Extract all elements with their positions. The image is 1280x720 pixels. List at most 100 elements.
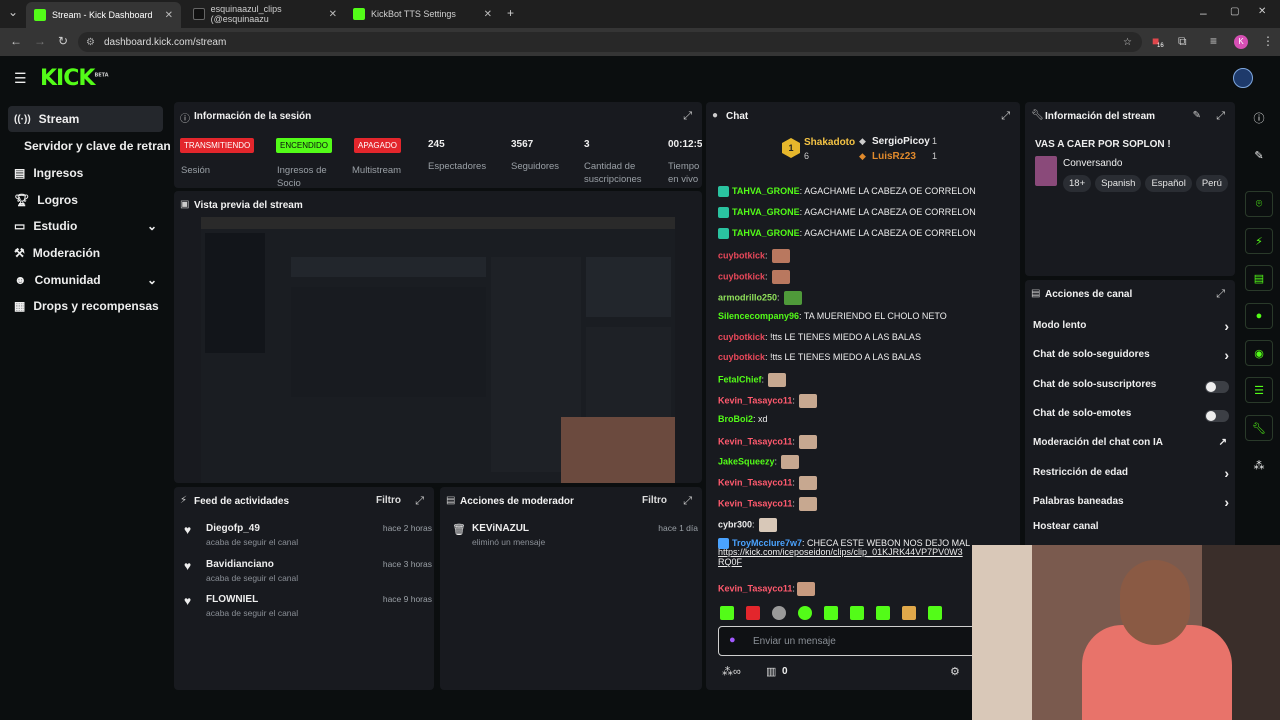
chat-bubble-icon[interactable]: ● xyxy=(1245,303,1273,329)
profile-avatar[interactable]: K xyxy=(1234,35,1248,49)
action-subscribers-only[interactable]: Chat de solo-suscriptores xyxy=(1033,379,1229,397)
emote-icon[interactable] xyxy=(824,606,838,620)
emote-icon[interactable] xyxy=(928,606,942,620)
points-icon[interactable]: ⁂∞ xyxy=(722,665,741,678)
emote-icon[interactable] xyxy=(902,606,916,620)
chat-username[interactable]: FetalChief xyxy=(718,374,762,384)
emote-icon[interactable] xyxy=(720,606,734,620)
sidebar-item-estudio[interactable]: ▭ Estudio ⌄ xyxy=(8,213,163,239)
reload-icon[interactable]: ↻ xyxy=(58,34,68,48)
action-host-channel[interactable]: Hostear canal xyxy=(1033,521,1229,539)
sidebar-item-logros[interactable]: 🏆︎ Logros xyxy=(8,187,163,213)
chat-username[interactable]: cuybotkick xyxy=(718,250,765,260)
subscribers-only-toggle[interactable] xyxy=(1205,381,1229,393)
chat-link-tail[interactable]: RQ0F xyxy=(718,557,742,567)
browser-tab-kick-dashboard[interactable]: Stream - Kick Dashboard ✕ xyxy=(26,2,181,28)
close-tab-icon[interactable]: ✕ xyxy=(329,9,337,20)
new-tab-icon[interactable]: + xyxy=(507,6,514,20)
chat-username[interactable]: Kevin_Tasayco11 xyxy=(718,477,792,487)
close-tab-icon[interactable]: ✕ xyxy=(484,9,492,20)
chat-settings-gear-icon[interactable]: ⚙ xyxy=(950,665,960,678)
bookmark-star-icon[interactable]: ☆ xyxy=(1123,37,1132,48)
chat-username[interactable]: armodrillo250 xyxy=(718,292,777,302)
browser-tab-kickbot[interactable]: KickBot TTS Settings ✕ xyxy=(345,4,500,24)
emote-icon[interactable] xyxy=(772,606,786,620)
sidebar-item-server-key[interactable]: Servidor y clave de retransm xyxy=(18,133,170,159)
chat-username[interactable]: cuybotkick xyxy=(718,332,765,342)
popout-icon[interactable]: ⤢ xyxy=(683,495,692,508)
stream-preview-video[interactable] xyxy=(201,217,675,483)
action-banned-words[interactable]: Palabras baneadas › xyxy=(1033,494,1229,514)
media-icon[interactable]: ≡ xyxy=(1210,34,1217,48)
back-icon[interactable]: ← xyxy=(10,34,22,48)
sidebar-item-moderacion[interactable]: ⚒ Moderación xyxy=(8,240,163,266)
chat-username[interactable]: JakeSqueezy xyxy=(718,456,775,466)
action-slow-mode[interactable]: Modo lento › xyxy=(1033,318,1229,338)
chat-username[interactable]: Silencecompany96 xyxy=(718,311,799,321)
sidebar-item-comunidad[interactable]: ☻ Comunidad ⌄ xyxy=(8,267,163,293)
action-ai-moderation[interactable]: Moderación del chat con IA ↗ xyxy=(1033,437,1229,455)
points-icon[interactable]: ⁂ xyxy=(1245,452,1273,478)
menu-dots-icon[interactable]: ⋮ xyxy=(1262,34,1274,48)
sidebar-item-stream[interactable]: ((·)) Stream xyxy=(8,106,163,132)
clip-icon[interactable]: ⌾ xyxy=(1245,191,1273,217)
bolt-icon[interactable]: ⚡︎ xyxy=(1245,228,1273,254)
chat-username[interactable]: cybr300 xyxy=(718,519,752,529)
wrench-icon[interactable]: 🔧︎ xyxy=(1245,415,1273,441)
emotes-only-toggle[interactable] xyxy=(1205,410,1229,422)
edit-pencil-icon[interactable]: ✎ xyxy=(1193,110,1201,121)
chat-username[interactable]: cuybotkick xyxy=(718,271,765,281)
document-icon[interactable]: ▤ xyxy=(1245,265,1273,291)
chat-username[interactable]: TAHVA_GRONE xyxy=(732,186,800,196)
list-icon[interactable]: ☰ xyxy=(1245,377,1273,403)
popout-icon[interactable]: ⤢ xyxy=(1001,110,1010,123)
popout-icon[interactable]: ⤢ xyxy=(1216,288,1225,301)
chat-input[interactable]: ● Enviar un mensaje xyxy=(718,626,1008,656)
popout-icon[interactable]: ⤢ xyxy=(683,110,692,123)
sidebar-item-drops[interactable]: ▦ Drops y recompensas xyxy=(8,293,163,319)
emote-icon[interactable] xyxy=(876,606,890,620)
chat-username[interactable]: TAHVA_GRONE xyxy=(732,228,800,238)
microphone-icon[interactable]: ● xyxy=(729,634,736,646)
popout-icon[interactable]: ⤢ xyxy=(1216,110,1225,123)
action-emotes-only[interactable]: Chat de solo-emotes xyxy=(1033,408,1229,426)
browser-tab-tiktok[interactable]: esquinaazul_clips (@esquinaazu ✕ xyxy=(185,4,345,24)
tab-search-icon[interactable]: ⌄ xyxy=(8,5,18,19)
action-label: Palabras baneadas xyxy=(1033,496,1124,507)
chat-username[interactable]: cuybotkick xyxy=(718,352,765,362)
edit-pencil-icon[interactable]: ✎ xyxy=(1245,142,1273,168)
close-window-icon[interactable]: ✕ xyxy=(1258,6,1266,17)
chat-link[interactable]: https://kick.com/iceposeidon/clips/clip_… xyxy=(718,547,963,557)
extensions-puzzle-icon[interactable]: ⧉ xyxy=(1178,34,1187,49)
popout-icon[interactable]: ⤢ xyxy=(415,495,424,508)
sidebar-item-ingresos[interactable]: ▤ Ingresos xyxy=(8,160,163,186)
kick-logo[interactable]: KICKBETA xyxy=(40,66,109,91)
status-badge-partner: ENCENDIDO xyxy=(276,138,333,153)
minimize-icon[interactable]: – xyxy=(1200,6,1207,20)
site-info-icon[interactable]: ⚙ xyxy=(86,37,95,48)
chat-username[interactable]: Kevin_Tasayco11 xyxy=(718,436,792,446)
chat-username[interactable]: Kevin_Tasayco11 xyxy=(718,583,792,593)
broadcast-icon[interactable]: ◉ xyxy=(1245,340,1273,366)
chat-username[interactable]: Kevin_Tasayco11 xyxy=(718,498,792,508)
maximize-icon[interactable]: ▢ xyxy=(1230,6,1239,17)
forward-icon[interactable]: → xyxy=(34,34,46,48)
info-icon[interactable]: ⓘ xyxy=(1245,105,1273,131)
user-avatar[interactable] xyxy=(1233,68,1253,88)
emote-icon[interactable] xyxy=(798,606,812,620)
close-tab-icon[interactable]: ✕ xyxy=(165,10,173,21)
chat-username[interactable]: Kevin_Tasayco11 xyxy=(718,395,792,405)
chat-separator: : xyxy=(777,292,780,303)
store-icon[interactable]: ▥ xyxy=(766,665,776,678)
filter-button[interactable]: Filtro xyxy=(376,495,401,506)
url-input[interactable]: ⚙ dashboard.kick.com/stream ☆ xyxy=(78,32,1142,52)
emote-icon[interactable] xyxy=(850,606,864,620)
stream-category: Conversando xyxy=(1063,158,1123,169)
chat-username[interactable]: BroBoi2 xyxy=(718,414,753,424)
action-followers-only[interactable]: Chat de solo-seguidores › xyxy=(1033,347,1229,367)
action-age-restriction[interactable]: Restricción de edad › xyxy=(1033,465,1229,485)
filter-button[interactable]: Filtro xyxy=(642,495,667,506)
hamburger-menu-icon[interactable]: ☰ xyxy=(14,70,27,87)
emote-icon[interactable] xyxy=(746,606,760,620)
chat-username[interactable]: TAHVA_GRONE xyxy=(732,207,800,217)
